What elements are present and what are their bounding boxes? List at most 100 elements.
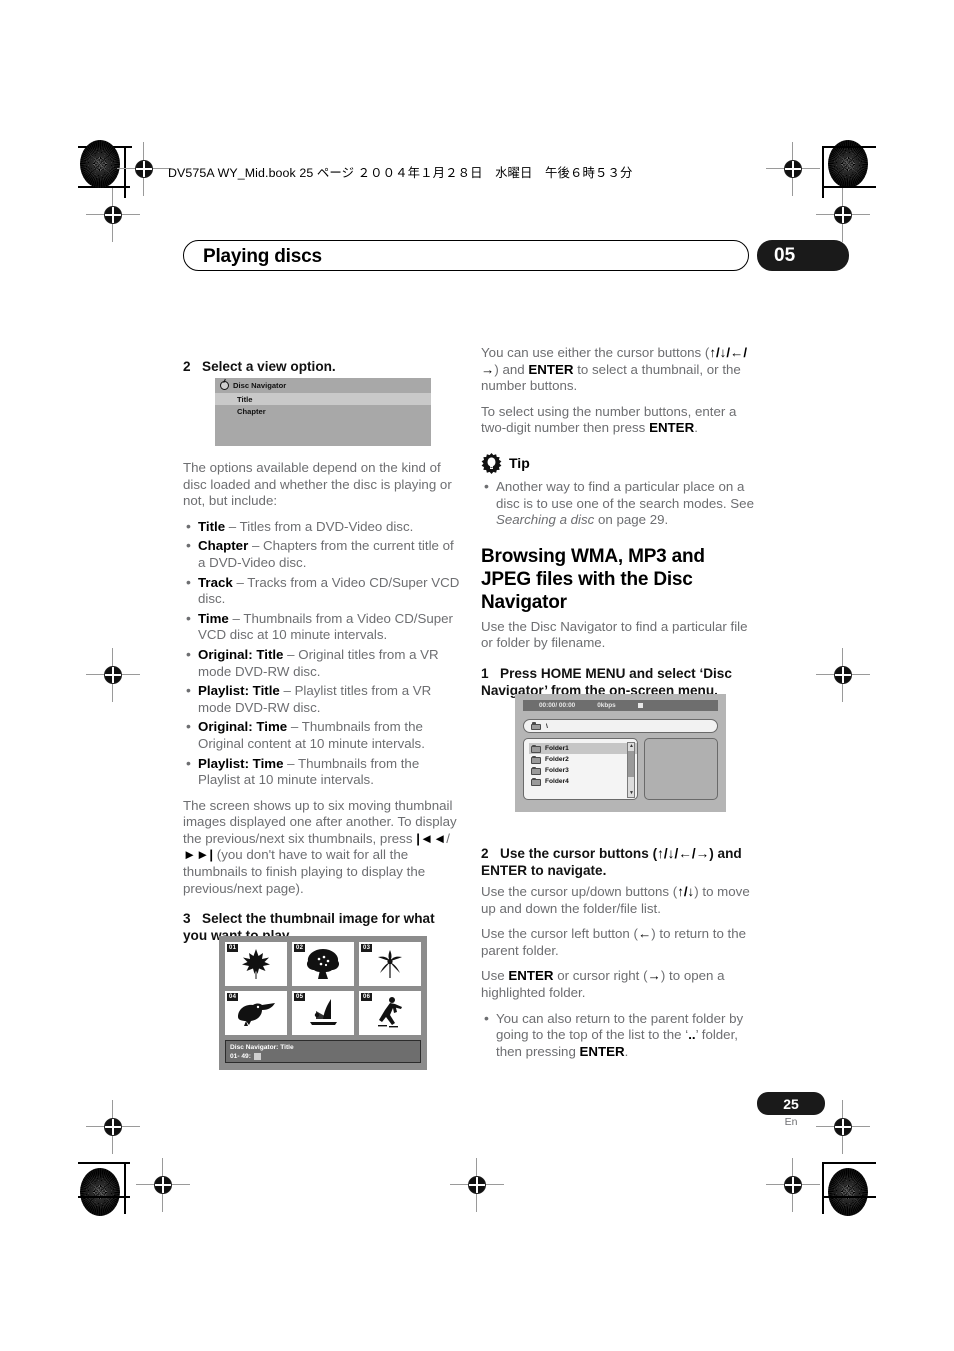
step-2-text-a: Use the cursor buttons ( xyxy=(500,845,658,861)
windsurfer-icon xyxy=(310,999,337,1025)
crop-line-bl-h2 xyxy=(78,1196,130,1198)
menu-row-label: Title xyxy=(237,394,253,404)
registration-mark-top-left xyxy=(117,142,171,196)
figure-thumbnail-grid: 01 02 03 04 05 06 Disc Navigator: Title … xyxy=(219,936,427,1070)
thumbnail-cell[interactable]: 01 xyxy=(225,942,287,986)
tip-text-a: Another way to find a particular place o… xyxy=(496,478,754,511)
thumbnail-badge: 04 xyxy=(227,993,239,1001)
flower-icon xyxy=(378,950,402,978)
registration-mark-left-middle xyxy=(86,648,140,702)
osd-folder-list[interactable]: Folder1 Folder2 Folder3 Folder4 ▲ ▼ xyxy=(523,738,638,800)
list-item[interactable]: Folder3 xyxy=(529,765,637,776)
thumbnail-cell[interactable]: 05 xyxy=(292,991,354,1035)
bullet-term: Chapter xyxy=(198,538,249,554)
osd-panes: Folder1 Folder2 Folder3 Folder4 ▲ ▼ xyxy=(523,738,718,800)
thumbnail-cell[interactable]: 02 xyxy=(292,942,354,986)
status-title: Disc Navigator: Title xyxy=(230,1044,294,1051)
list-item: Another way to find a particular place o… xyxy=(481,478,759,529)
figure-folder-navigator: 00:00/ 00:00 0kbps \ Folder1 Folder2 Fol… xyxy=(515,694,726,812)
list-item: Track – Tracks from a Video CD/Super VCD… xyxy=(183,574,461,608)
list-item[interactable]: Folder2 xyxy=(529,754,637,765)
print-rosette-bottom-left xyxy=(80,1168,120,1216)
view-option-intro: The options available depend on the kind… xyxy=(183,460,452,509)
step-2-number: 2 xyxy=(183,359,191,374)
osd-path-bar: \ xyxy=(523,719,718,733)
cursor-buttons-paragraph: You can use either the cursor buttons (↑… xyxy=(481,345,759,395)
print-rosette-top-left xyxy=(80,140,120,188)
bullet-term: Time xyxy=(198,610,229,626)
list-item: Title – Titles from a DVD-Video disc. xyxy=(183,518,461,536)
thumbnail-cell[interactable]: 04 xyxy=(225,991,287,1035)
nav1-text-a: Use the cursor up/down buttons ( xyxy=(481,883,678,899)
scroll-up-arrow-icon[interactable]: ▲ xyxy=(629,744,634,749)
tip-header: Tip xyxy=(481,452,759,474)
thumbnail-cell[interactable]: 03 xyxy=(359,942,421,986)
thumbnail-cell[interactable]: 06 xyxy=(359,991,421,1035)
thumbnail-status-bar: Disc Navigator: Title 01- 49: xyxy=(225,1040,421,1063)
bullet-desc: – Tracks from a Video CD/Super VCD disc. xyxy=(198,574,460,607)
list-item: You can also return to the parent folder… xyxy=(481,1010,759,1061)
osd-bitrate: 0kbps xyxy=(597,702,616,709)
paging-text-b: (you don't have to wait for all the thum… xyxy=(183,847,426,896)
step-2-number-right: 2 xyxy=(481,845,489,861)
enter-keyword: ENTER xyxy=(508,968,554,984)
registration-mark-right-upper xyxy=(816,188,870,242)
cursor-right-icon: → xyxy=(647,968,661,984)
folder-label: Folder4 xyxy=(545,778,569,785)
thumbnail-badge: 06 xyxy=(361,993,373,1001)
bullet-term: Playlist: Time xyxy=(198,755,284,771)
cursor-updown-icons: ↑/↓ xyxy=(677,883,695,899)
registration-mark-left-upper xyxy=(86,188,140,242)
tip-block: Tip Another way to find a particular pla… xyxy=(481,452,759,529)
enter-keyword: ENTER xyxy=(579,1043,625,1059)
nav-note-c: . xyxy=(624,1043,629,1059)
cursor-text-a: You can use either the cursor buttons ( xyxy=(481,345,710,360)
thumbnail-badge: 05 xyxy=(294,993,306,1001)
osd-preview-pane xyxy=(644,738,718,800)
osd-time: 00:00/ 00:00 xyxy=(539,702,576,709)
crop-line-tr-h2 xyxy=(824,186,876,188)
menu-header-label: Disc Navigator xyxy=(233,380,287,390)
nav3-text-a: Use xyxy=(481,968,509,984)
list-item[interactable]: Folder1 xyxy=(529,743,637,754)
status-range: 01- 49: xyxy=(230,1052,416,1061)
bullet-term: Playlist: Title xyxy=(198,683,280,699)
registration-mark-right-lower xyxy=(816,1100,870,1154)
chapter-title: Playing discs xyxy=(203,246,322,267)
skip-previous-icon: |◄◄ xyxy=(416,830,447,846)
bullet-desc: – Thumbnails from a Video CD/Super VCD d… xyxy=(198,610,453,643)
thumbnail-paging-paragraph: The screen shows up to six moving thumbn… xyxy=(183,798,461,898)
status-box-icon xyxy=(253,1053,261,1060)
thumbnail-grid: 01 02 03 04 05 06 xyxy=(225,942,421,1035)
registration-mark-top-right xyxy=(766,142,820,196)
crop-line-bl-h xyxy=(78,1162,130,1164)
view-option-list: Title – Titles from a DVD-Video disc. Ch… xyxy=(183,518,461,789)
list-item: Playlist: Title – Playlist titles from a… xyxy=(183,682,461,716)
nav3-text-b: or cursor right ( xyxy=(553,968,648,984)
stop-square-icon xyxy=(637,703,643,708)
menu-row-chapter[interactable]: Chapter xyxy=(215,405,431,417)
nav-left-paragraph: Use the cursor left button (←) to return… xyxy=(481,926,759,959)
figure-disc-navigator-menu: Disc Navigator Title Chapter xyxy=(215,378,431,446)
osd-top-bar: 00:00/ 00:00 0kbps xyxy=(523,700,718,711)
crop-line-tr-h xyxy=(822,146,876,148)
menu-row-title[interactable]: Title xyxy=(215,393,431,405)
list-item: Original: Title – Original titles from a… xyxy=(183,646,461,680)
nav-updown-paragraph: Use the cursor up/down buttons (↑/↓) to … xyxy=(481,884,759,917)
disc-navigator-icon xyxy=(220,380,229,390)
step-1-number: 1 xyxy=(481,665,489,681)
gear-lightbulb-icon xyxy=(481,452,502,474)
chapter-title-bar: Playing discs xyxy=(183,240,749,271)
registration-mark-bottom-left xyxy=(136,1158,190,1212)
crop-line-tr-v xyxy=(822,146,824,198)
bullet-term: Original: Title xyxy=(198,646,284,662)
number-text-a: To select using the number buttons, ente… xyxy=(481,403,737,436)
step-2-text: Select a view option. xyxy=(202,359,336,374)
folder-label: Folder1 xyxy=(545,745,569,752)
scroll-down-arrow-icon[interactable]: ▼ xyxy=(629,791,634,796)
list-item: Playlist: Time – Thumbnails from the Pla… xyxy=(183,754,461,789)
scrollbar[interactable]: ▲ ▼ xyxy=(627,742,635,798)
page-language-label: En xyxy=(784,1116,798,1128)
scrollbar-thumb[interactable] xyxy=(628,751,634,777)
list-item[interactable]: Folder4 xyxy=(529,776,637,787)
